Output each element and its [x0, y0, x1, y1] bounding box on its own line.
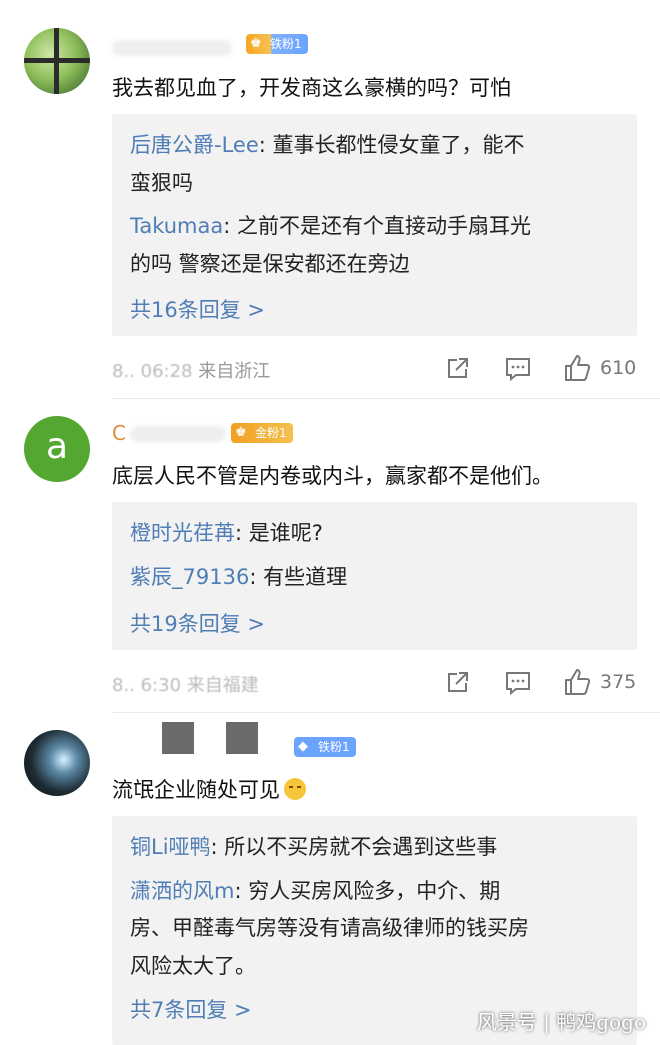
fan-badge-icon: ◆	[298, 739, 308, 754]
share-icon[interactable]	[444, 356, 470, 382]
more-replies-link[interactable]: 共7条回复 >	[130, 994, 252, 1024]
reply-username[interactable]: 铜Li哑鸭	[130, 835, 211, 859]
username-mosaic	[162, 722, 194, 754]
avatar[interactable]: a	[24, 416, 90, 482]
sleepy-emoji-icon	[284, 778, 306, 800]
timestamp: 8.. 6:30	[112, 675, 182, 696]
fan-badge: ♚ 铁粉1	[246, 34, 308, 54]
fan-badge-icon: ♚	[235, 425, 247, 440]
reply-item[interactable]: 铜Li哑鸭: 所以不买房就不会遇到这些事	[130, 828, 619, 866]
username-initial[interactable]: C	[112, 421, 126, 445]
reply-text-cont: 蛮狠吗	[130, 171, 193, 195]
reply-text-cont: 风险太大了。	[130, 954, 256, 978]
username-mosaic	[226, 722, 258, 754]
location: 来自浙江	[198, 361, 271, 382]
comment-icon[interactable]	[504, 670, 532, 696]
comment-meta: 8.. 6:30 来自福建	[112, 671, 259, 697]
more-replies-link[interactable]: 共16条回复 >	[130, 294, 265, 324]
reply-box[interactable]: 后唐公爵-Lee: 董事长都性侵女童了，能不 蛮狠吗 Takumaa: 之前不是…	[112, 114, 637, 336]
reply-item[interactable]: 潇洒的风m: 穷人买房风险多，中介、期	[130, 872, 619, 910]
fan-badge-icon: ♚	[250, 36, 262, 51]
username-blurred[interactable]	[112, 40, 232, 56]
more-replies-link[interactable]: 共19条回复 >	[130, 608, 265, 638]
comment-text: 流氓企业随处可见	[112, 774, 306, 804]
username-blurred[interactable]	[130, 426, 226, 442]
reply-text: : 所以不买房就不会遇到这些事	[210, 835, 498, 859]
comment-icon[interactable]	[504, 356, 532, 382]
reply-item[interactable]: 橙时光荏苒: 是谁呢?	[130, 514, 619, 552]
share-icon[interactable]	[444, 670, 470, 696]
reply-text-cont: 房、甲醛毒气房等没有请高级律师的钱买房	[130, 916, 529, 940]
divider	[112, 712, 660, 713]
fan-badge: ♚ 金粉1	[231, 423, 293, 443]
comment-meta: 8.. 06:28 来自浙江	[112, 357, 270, 383]
location: 来自福建	[186, 675, 259, 696]
reply-text: : 之前不是还有个直接动手扇耳光	[223, 214, 531, 238]
divider	[112, 398, 660, 399]
avatar[interactable]	[24, 28, 90, 94]
like-count: 610	[600, 357, 637, 379]
comment-text: 底层人民不管是内卷或内斗，赢家都不是他们。	[112, 464, 553, 488]
watermark: 风景号 | 鸭鸡gogo	[476, 1010, 646, 1034]
reply-text: : 董事长都性侵女童了，能不	[258, 133, 525, 157]
reply-username[interactable]: 潇洒的风m	[130, 879, 234, 903]
reply-username[interactable]: 紫辰_79136	[130, 565, 249, 589]
reply-box[interactable]: 橙时光荏苒: 是谁呢? 紫辰_79136: 有些道理 共19条回复 >	[112, 502, 637, 650]
reply-text: : 穷人买房风险多，中介、期	[234, 879, 501, 903]
like-icon[interactable]	[562, 353, 592, 383]
fan-badge: ◆ 铁粉1	[294, 737, 356, 757]
reply-username[interactable]: 后唐公爵-Lee	[130, 133, 259, 157]
comment-text: 我去都见血了，开发商这么豪横的吗？可怕	[112, 76, 511, 100]
like-count: 375	[600, 671, 637, 693]
reply-text: : 是谁呢?	[235, 521, 323, 545]
reply-item[interactable]: 紫辰_79136: 有些道理	[130, 558, 619, 596]
reply-username[interactable]: Takumaa	[130, 214, 223, 238]
reply-text-cont: 的吗 警察还是保安都还在旁边	[130, 252, 410, 276]
reply-item[interactable]: Takumaa: 之前不是还有个直接动手扇耳光	[130, 207, 619, 245]
timestamp: 8.. 06:28	[112, 361, 193, 382]
reply-text: : 有些道理	[249, 565, 348, 589]
like-icon[interactable]	[562, 667, 592, 697]
avatar[interactable]	[24, 730, 90, 796]
reply-username[interactable]: 橙时光荏苒	[130, 521, 235, 545]
reply-item[interactable]: 后唐公爵-Lee: 董事长都性侵女童了，能不	[130, 126, 619, 164]
